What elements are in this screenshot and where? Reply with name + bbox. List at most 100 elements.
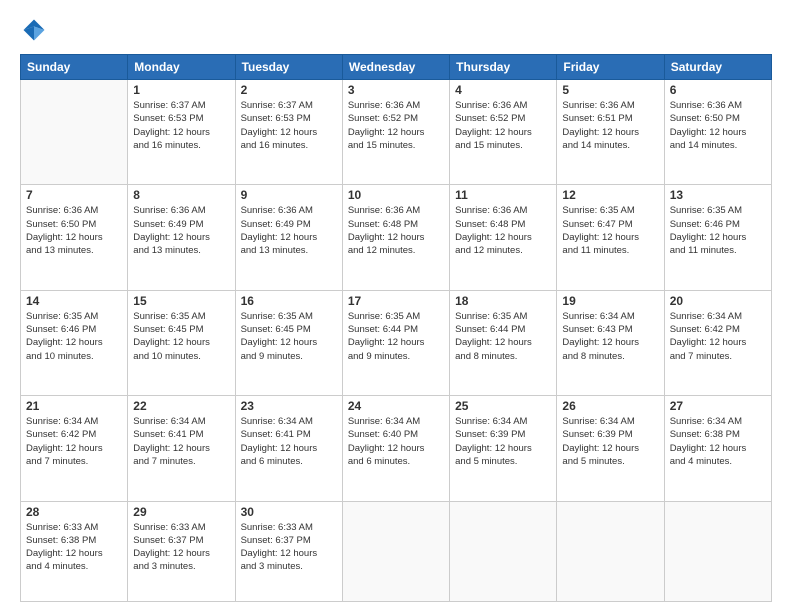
logo-icon bbox=[20, 16, 48, 44]
calendar-cell: 30 Sunrise: 6:33 AM Sunset: 6:37 PM Dayli… bbox=[235, 501, 342, 601]
day-number: 30 bbox=[241, 505, 337, 519]
day-info: Sunrise: 6:34 AM Sunset: 6:42 PM Dayligh… bbox=[26, 415, 122, 468]
header bbox=[20, 16, 772, 44]
calendar-cell: 26 Sunrise: 6:34 AM Sunset: 6:39 PM Dayli… bbox=[557, 396, 664, 501]
calendar-cell: 2 Sunrise: 6:37 AM Sunset: 6:53 PM Daylig… bbox=[235, 80, 342, 185]
day-number: 3 bbox=[348, 83, 444, 97]
day-number: 19 bbox=[562, 294, 658, 308]
day-info: Sunrise: 6:36 AM Sunset: 6:51 PM Dayligh… bbox=[562, 99, 658, 152]
calendar-cell: 6Sunrise: 6:36 AM Sunset: 6:50 PM Daylig… bbox=[664, 80, 771, 185]
day-number: 26 bbox=[562, 399, 658, 413]
calendar-cell: 28 Sunrise: 6:33 AM Sunset: 6:38 PM Dayli… bbox=[21, 501, 128, 601]
calendar-cell: 21 Sunrise: 6:34 AM Sunset: 6:42 PM Dayli… bbox=[21, 396, 128, 501]
page: SundayMondayTuesdayWednesdayThursdayFrid… bbox=[0, 0, 792, 612]
day-info: Sunrise: 6:34 AM Sunset: 6:39 PM Dayligh… bbox=[562, 415, 658, 468]
calendar-cell: 20Sunrise: 6:34 AM Sunset: 6:42 PM Dayli… bbox=[664, 290, 771, 395]
day-info: Sunrise: 6:36 AM Sunset: 6:52 PM Dayligh… bbox=[455, 99, 551, 152]
day-number: 29 bbox=[133, 505, 229, 519]
calendar-cell bbox=[664, 501, 771, 601]
day-info: Sunrise: 6:36 AM Sunset: 6:50 PM Dayligh… bbox=[26, 204, 122, 257]
day-info: Sunrise: 6:34 AM Sunset: 6:41 PM Dayligh… bbox=[133, 415, 229, 468]
day-number: 4 bbox=[455, 83, 551, 97]
calendar-cell: 7 Sunrise: 6:36 AM Sunset: 6:50 PM Daylig… bbox=[21, 185, 128, 290]
day-info: Sunrise: 6:35 AM Sunset: 6:47 PM Dayligh… bbox=[562, 204, 658, 257]
day-info: Sunrise: 6:34 AM Sunset: 6:38 PM Dayligh… bbox=[670, 415, 766, 468]
day-info: Sunrise: 6:34 AM Sunset: 6:43 PM Dayligh… bbox=[562, 310, 658, 363]
day-info: Sunrise: 6:33 AM Sunset: 6:38 PM Dayligh… bbox=[26, 521, 122, 574]
calendar-week-row: 28 Sunrise: 6:33 AM Sunset: 6:38 PM Dayli… bbox=[21, 501, 772, 601]
day-info: Sunrise: 6:36 AM Sunset: 6:52 PM Dayligh… bbox=[348, 99, 444, 152]
calendar-week-row: 1 Sunrise: 6:37 AM Sunset: 6:53 PM Daylig… bbox=[21, 80, 772, 185]
day-info: Sunrise: 6:35 AM Sunset: 6:45 PM Dayligh… bbox=[241, 310, 337, 363]
calendar-cell: 25 Sunrise: 6:34 AM Sunset: 6:39 PM Dayli… bbox=[450, 396, 557, 501]
calendar-cell: 4 Sunrise: 6:36 AM Sunset: 6:52 PM Daylig… bbox=[450, 80, 557, 185]
day-number: 21 bbox=[26, 399, 122, 413]
calendar-table: SundayMondayTuesdayWednesdayThursdayFrid… bbox=[20, 54, 772, 602]
day-number: 22 bbox=[133, 399, 229, 413]
day-info: Sunrise: 6:36 AM Sunset: 6:49 PM Dayligh… bbox=[241, 204, 337, 257]
day-number: 12 bbox=[562, 188, 658, 202]
calendar-cell: 27 Sunrise: 6:34 AM Sunset: 6:38 PM Dayli… bbox=[664, 396, 771, 501]
day-number: 7 bbox=[26, 188, 122, 202]
calendar-cell bbox=[450, 501, 557, 601]
day-number: 15 bbox=[133, 294, 229, 308]
weekday-header-row: SundayMondayTuesdayWednesdayThursdayFrid… bbox=[21, 55, 772, 80]
day-number: 14 bbox=[26, 294, 122, 308]
calendar-week-row: 21 Sunrise: 6:34 AM Sunset: 6:42 PM Dayli… bbox=[21, 396, 772, 501]
day-number: 8 bbox=[133, 188, 229, 202]
day-number: 18 bbox=[455, 294, 551, 308]
day-number: 2 bbox=[241, 83, 337, 97]
calendar-cell: 11Sunrise: 6:36 AM Sunset: 6:48 PM Dayli… bbox=[450, 185, 557, 290]
weekday-header: Sunday bbox=[21, 55, 128, 80]
weekday-header: Thursday bbox=[450, 55, 557, 80]
calendar-cell: 3 Sunrise: 6:36 AM Sunset: 6:52 PM Daylig… bbox=[342, 80, 449, 185]
day-info: Sunrise: 6:35 AM Sunset: 6:46 PM Dayligh… bbox=[670, 204, 766, 257]
day-info: Sunrise: 6:33 AM Sunset: 6:37 PM Dayligh… bbox=[133, 521, 229, 574]
day-number: 1 bbox=[133, 83, 229, 97]
day-number: 25 bbox=[455, 399, 551, 413]
day-number: 9 bbox=[241, 188, 337, 202]
calendar-cell: 24 Sunrise: 6:34 AM Sunset: 6:40 PM Dayli… bbox=[342, 396, 449, 501]
calendar-cell: 16 Sunrise: 6:35 AM Sunset: 6:45 PM Dayli… bbox=[235, 290, 342, 395]
calendar-cell: 9 Sunrise: 6:36 AM Sunset: 6:49 PM Daylig… bbox=[235, 185, 342, 290]
calendar-cell: 22 Sunrise: 6:34 AM Sunset: 6:41 PM Dayli… bbox=[128, 396, 235, 501]
day-info: Sunrise: 6:36 AM Sunset: 6:50 PM Dayligh… bbox=[670, 99, 766, 152]
day-number: 28 bbox=[26, 505, 122, 519]
calendar-week-row: 14 Sunrise: 6:35 AM Sunset: 6:46 PM Dayli… bbox=[21, 290, 772, 395]
day-info: Sunrise: 6:34 AM Sunset: 6:41 PM Dayligh… bbox=[241, 415, 337, 468]
calendar-cell: 10Sunrise: 6:36 AM Sunset: 6:48 PM Dayli… bbox=[342, 185, 449, 290]
day-number: 27 bbox=[670, 399, 766, 413]
day-number: 23 bbox=[241, 399, 337, 413]
day-info: Sunrise: 6:34 AM Sunset: 6:40 PM Dayligh… bbox=[348, 415, 444, 468]
day-number: 13 bbox=[670, 188, 766, 202]
calendar-cell: 8 Sunrise: 6:36 AM Sunset: 6:49 PM Daylig… bbox=[128, 185, 235, 290]
weekday-header: Wednesday bbox=[342, 55, 449, 80]
day-info: Sunrise: 6:36 AM Sunset: 6:48 PM Dayligh… bbox=[348, 204, 444, 257]
calendar-cell: 15 Sunrise: 6:35 AM Sunset: 6:45 PM Dayli… bbox=[128, 290, 235, 395]
day-info: Sunrise: 6:37 AM Sunset: 6:53 PM Dayligh… bbox=[241, 99, 337, 152]
weekday-header: Tuesday bbox=[235, 55, 342, 80]
calendar-cell: 5 Sunrise: 6:36 AM Sunset: 6:51 PM Daylig… bbox=[557, 80, 664, 185]
day-info: Sunrise: 6:36 AM Sunset: 6:49 PM Dayligh… bbox=[133, 204, 229, 257]
calendar-cell: 1 Sunrise: 6:37 AM Sunset: 6:53 PM Daylig… bbox=[128, 80, 235, 185]
calendar-cell: 14 Sunrise: 6:35 AM Sunset: 6:46 PM Dayli… bbox=[21, 290, 128, 395]
day-info: Sunrise: 6:35 AM Sunset: 6:46 PM Dayligh… bbox=[26, 310, 122, 363]
day-number: 5 bbox=[562, 83, 658, 97]
calendar-cell bbox=[21, 80, 128, 185]
day-info: Sunrise: 6:35 AM Sunset: 6:44 PM Dayligh… bbox=[455, 310, 551, 363]
day-number: 20 bbox=[670, 294, 766, 308]
calendar-cell bbox=[557, 501, 664, 601]
calendar-cell: 17 Sunrise: 6:35 AM Sunset: 6:44 PM Dayli… bbox=[342, 290, 449, 395]
calendar-cell: 19 Sunrise: 6:34 AM Sunset: 6:43 PM Dayli… bbox=[557, 290, 664, 395]
calendar-week-row: 7 Sunrise: 6:36 AM Sunset: 6:50 PM Daylig… bbox=[21, 185, 772, 290]
day-info: Sunrise: 6:35 AM Sunset: 6:44 PM Dayligh… bbox=[348, 310, 444, 363]
weekday-header: Monday bbox=[128, 55, 235, 80]
day-info: Sunrise: 6:37 AM Sunset: 6:53 PM Dayligh… bbox=[133, 99, 229, 152]
day-number: 16 bbox=[241, 294, 337, 308]
day-number: 24 bbox=[348, 399, 444, 413]
weekday-header: Friday bbox=[557, 55, 664, 80]
day-info: Sunrise: 6:35 AM Sunset: 6:45 PM Dayligh… bbox=[133, 310, 229, 363]
day-number: 17 bbox=[348, 294, 444, 308]
day-info: Sunrise: 6:33 AM Sunset: 6:37 PM Dayligh… bbox=[241, 521, 337, 574]
day-info: Sunrise: 6:34 AM Sunset: 6:39 PM Dayligh… bbox=[455, 415, 551, 468]
